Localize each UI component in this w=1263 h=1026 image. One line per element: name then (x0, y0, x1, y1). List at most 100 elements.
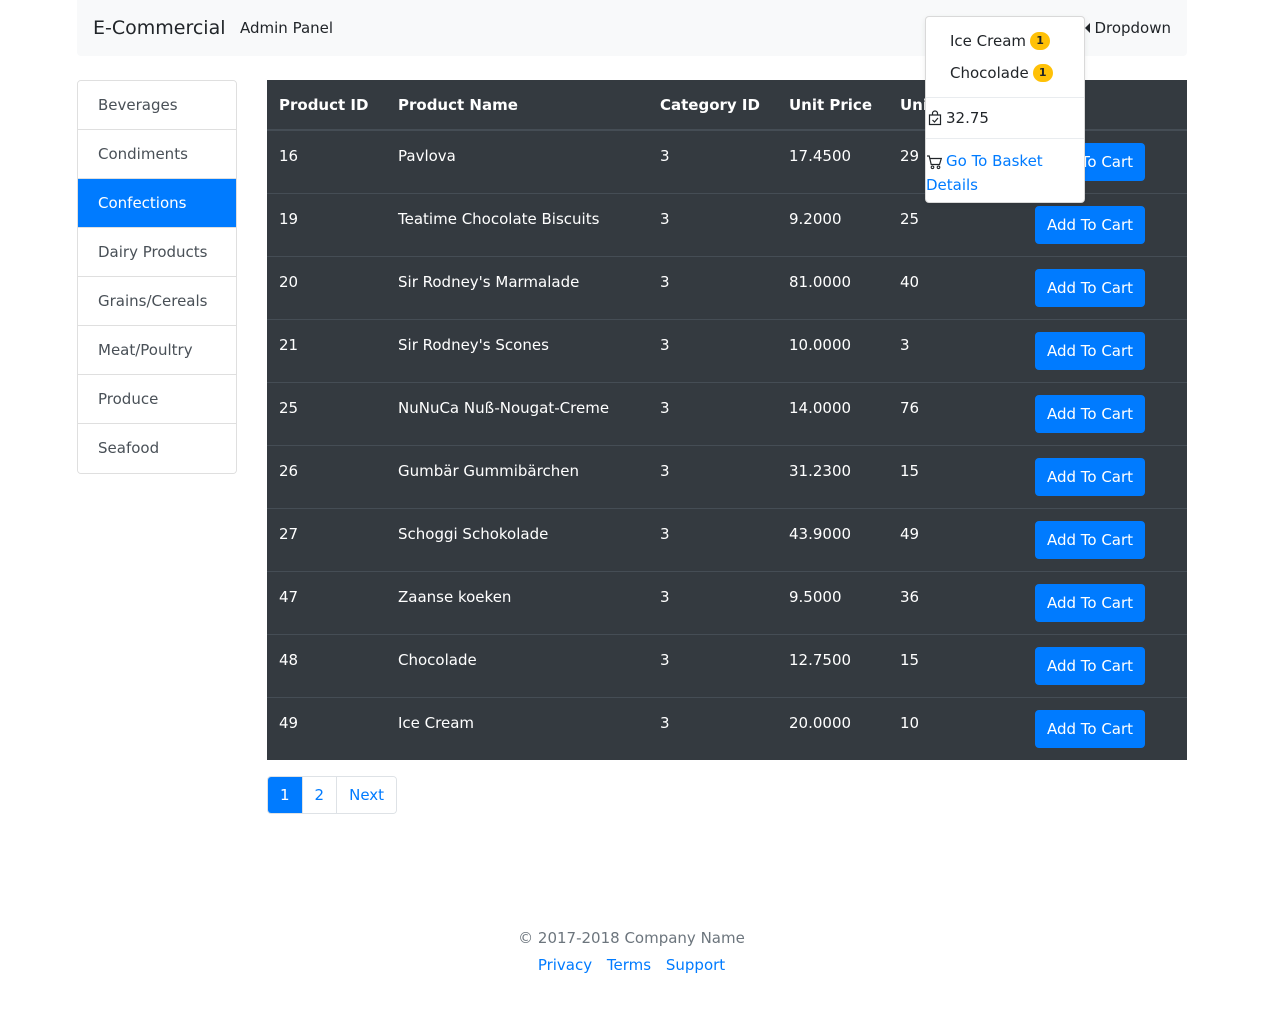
cell-product-name: Chocolade (386, 633, 648, 697)
cell-unit-price: 20.0000 (777, 696, 888, 760)
next-page-link[interactable]: Next (336, 777, 397, 813)
cell-category-id: 3 (648, 696, 777, 760)
table-row: 48 Chocolade 3 12.7500 15 Add To Cart (267, 633, 1187, 697)
cell-action: Add To Cart (999, 255, 1187, 319)
cell-action: Add To Cart (999, 318, 1187, 382)
category-item[interactable]: Produce (78, 375, 236, 424)
cell-unit-price: 9.5000 (777, 570, 888, 634)
add-to-cart-button[interactable]: Add To Cart (1035, 646, 1145, 685)
header-category-id: Category ID (648, 80, 777, 131)
cell-units: 10 (888, 696, 999, 760)
category-item[interactable]: Meat/Poultry (78, 326, 236, 375)
cell-unit-price: 9.2000 (777, 192, 888, 256)
add-to-cart-button[interactable]: Add To Cart (1035, 268, 1145, 307)
cell-category-id: 3 (648, 192, 777, 256)
cell-product-id: 27 (267, 507, 386, 571)
cart-item-qty-badge: 1 (1030, 32, 1051, 50)
cell-category-id: 3 (648, 255, 777, 319)
header-unit-price: Unit Price (777, 80, 888, 131)
add-to-cart-button[interactable]: Add To Cart (1035, 520, 1145, 559)
cell-product-name: Ice Cream (386, 696, 648, 760)
cell-product-name: Zaanse koeken (386, 570, 648, 634)
cell-action: Add To Cart (999, 444, 1187, 508)
cell-action: Add To Cart (999, 696, 1187, 760)
header-product-name: Product Name (386, 80, 648, 131)
footer-links: Privacy Terms Support (0, 956, 1263, 974)
table-row: 27 Schoggi Schokolade 3 43.9000 49 Add To Car… (267, 507, 1187, 571)
add-to-cart-button[interactable]: Add To Cart (1035, 331, 1145, 370)
cell-action: Add To Cart (999, 381, 1187, 445)
add-to-cart-button[interactable]: Add To Cart (1035, 394, 1145, 433)
table-row: 49 Ice Cream 3 20.0000 10 Add To Cart (267, 696, 1187, 760)
cell-action: Add To Cart (999, 507, 1187, 571)
cell-product-name: Sir Rodney's Scones (386, 318, 648, 382)
cell-product-name: Schoggi Schokolade (386, 507, 648, 571)
caret-left-icon (1085, 23, 1091, 33)
cell-product-id: 25 (267, 381, 386, 445)
category-item[interactable]: Confections (78, 179, 236, 228)
cell-product-id: 47 (267, 570, 386, 634)
header-product-id: Product ID (267, 80, 386, 131)
table-row: 20 Sir Rodney's Marmalade 3 81.0000 40 Add To… (267, 255, 1187, 319)
add-to-cart-button[interactable]: Add To Cart (1035, 457, 1145, 496)
table-row: 21 Sir Rodney's Scones 3 10.0000 3 Add To Car… (267, 318, 1187, 382)
cell-product-name: Sir Rodney's Marmalade (386, 255, 648, 319)
table-row: 47 Zaanse koeken 3 9.5000 36 Add To Cart (267, 570, 1187, 634)
cell-unit-price: 10.0000 (777, 318, 888, 382)
cell-product-id: 48 (267, 633, 386, 697)
table-row: 26 Gumbär Gummibärchen 3 31.2300 15 Add To Ca… (267, 444, 1187, 508)
dropdown-divider (926, 97, 1084, 98)
cell-action: Add To Cart (999, 570, 1187, 634)
add-to-cart-button[interactable]: Add To Cart (1035, 205, 1145, 244)
cart-total-value: 32.75 (946, 109, 989, 127)
add-to-cart-button[interactable]: Add To Cart (1035, 709, 1145, 748)
support-link[interactable]: Support (666, 956, 725, 974)
cell-category-id: 3 (648, 381, 777, 445)
cell-product-name: Teatime Chocolate Biscuits (386, 192, 648, 256)
cell-units: 15 (888, 633, 999, 697)
cell-units: 15 (888, 444, 999, 508)
terms-link[interactable]: Terms (607, 956, 651, 974)
cell-category-id: 3 (648, 507, 777, 571)
cart-item[interactable]: Ice Cream 1 (950, 32, 1051, 50)
cart-total: 32.75 (928, 109, 989, 127)
category-item[interactable]: Grains/Cereals (78, 277, 236, 326)
page-link[interactable]: 2 (301, 777, 337, 813)
go-to-basket-link[interactable]: Go To Basket Details (926, 149, 1076, 197)
cell-unit-price: 43.9000 (777, 507, 888, 571)
admin-panel-link[interactable]: Admin Panel (240, 18, 333, 38)
cell-category-id: 3 (648, 633, 777, 697)
cell-product-id: 21 (267, 318, 386, 382)
category-item[interactable]: Seafood (78, 424, 236, 473)
dropdown-toggle[interactable]: Dropdown (1085, 18, 1171, 38)
pagination: 1 2 Next (267, 776, 398, 814)
shopping-bag-check-icon (928, 110, 942, 126)
category-item[interactable]: Condiments (78, 130, 236, 179)
cell-unit-price: 14.0000 (777, 381, 888, 445)
page-link[interactable]: 1 (268, 777, 302, 813)
cell-unit-price: 81.0000 (777, 255, 888, 319)
cell-product-id: 26 (267, 444, 386, 508)
cell-category-id: 3 (648, 570, 777, 634)
add-to-cart-button[interactable]: Add To Cart (1035, 583, 1145, 622)
brand-link[interactable]: E-Commercial (93, 16, 226, 40)
category-item[interactable]: Beverages (78, 81, 236, 130)
category-item[interactable]: Dairy Products (78, 228, 236, 277)
cell-product-name: NuNuCa Nuß-Nougat-Creme (386, 381, 648, 445)
cell-units: 76 (888, 381, 999, 445)
cart-item[interactable]: Chocolade 1 (950, 64, 1053, 82)
privacy-link[interactable]: Privacy (538, 956, 592, 974)
cart-dropdown-menu: Ice Cream 1 Chocolade 1 32.75 Go To Bask… (925, 16, 1085, 203)
cell-units: 36 (888, 570, 999, 634)
cell-units: 49 (888, 507, 999, 571)
go-to-basket-label: Go To Basket Details (926, 152, 1043, 194)
cell-unit-price: 31.2300 (777, 444, 888, 508)
cell-unit-price: 12.7500 (777, 633, 888, 697)
cell-product-name: Pavlova (386, 129, 648, 193)
copyright-text: © 2017-2018 Company Name (518, 929, 745, 947)
cell-category-id: 3 (648, 318, 777, 382)
cell-product-id: 49 (267, 696, 386, 760)
cell-units: 40 (888, 255, 999, 319)
dropdown-divider (926, 138, 1084, 139)
cell-unit-price: 17.4500 (777, 129, 888, 193)
